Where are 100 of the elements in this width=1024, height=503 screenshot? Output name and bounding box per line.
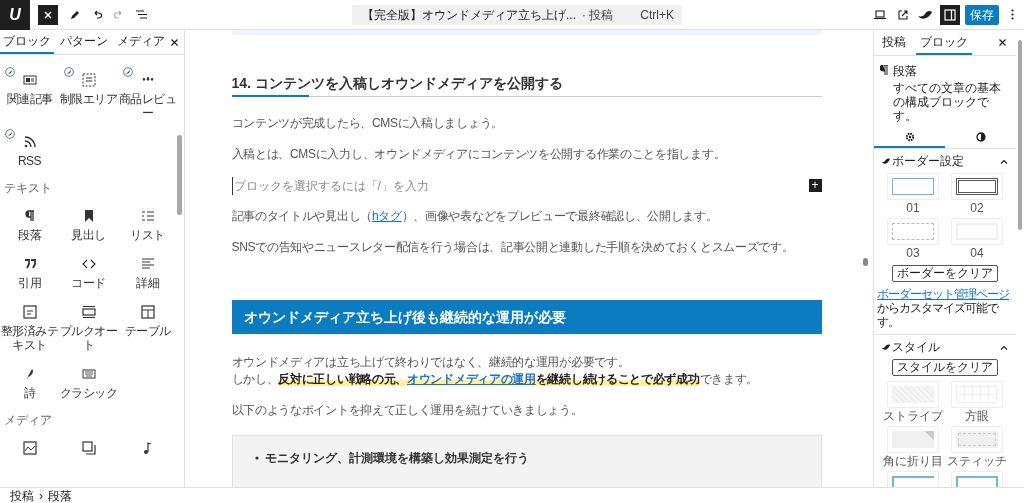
panel-title[interactable]: ボーダー設定	[892, 152, 964, 170]
paragraph[interactable]: コンテンツが完成したら、CMSに入稿しましょう。	[231, 115, 822, 132]
clear-button[interactable]: ボーダーをクリア	[892, 265, 998, 282]
preset-label: 04	[970, 246, 984, 260]
app-logo[interactable]: U	[0, 0, 30, 30]
block-item[interactable]: 段落	[0, 201, 59, 249]
block-item[interactable]: リスト	[118, 201, 177, 249]
sidebar-tab[interactable]: 投稿	[878, 30, 910, 55]
bullet-icon	[254, 456, 259, 460]
dashed-box-icon	[81, 73, 96, 87]
paragraph-icon	[880, 65, 888, 75]
inserter-tab[interactable]: パターン	[57, 30, 111, 54]
section-heading[interactable]: 14. コンテンツを入稿しオウンドメディアを公開する	[231, 71, 822, 97]
inserter-tab[interactable]: ブロック	[0, 30, 54, 54]
block-label: 詳細	[136, 276, 159, 290]
block-item[interactable]: RSS	[0, 127, 59, 175]
paragraph-icon	[22, 209, 37, 223]
sidebar-toggle-button[interactable]	[940, 4, 960, 25]
list-icon	[140, 209, 155, 223]
block-item[interactable]: 商品レビュー	[118, 65, 177, 127]
help-text: ボーダーセット管理ページ からカスタマイズ可能です。	[876, 287, 1010, 329]
redo-icon[interactable]	[114, 9, 124, 20]
paragraph[interactable]: 入稿とは、CMSに入力し、オウンドメディアにコンテンツを公開する作業のことを指します。	[231, 146, 822, 163]
gallery-icon	[81, 441, 96, 455]
scrollbar-thumb[interactable]	[1018, 40, 1022, 230]
preset-label: 方眼	[965, 409, 989, 423]
block-label: テーブル	[124, 324, 171, 338]
post-type-label: · 投稿	[582, 6, 614, 24]
block-item[interactable]: 見出し	[59, 201, 118, 249]
clear-button[interactable]: スタイルをクリア	[892, 359, 998, 376]
paragraph[interactable]: 記事のタイトルや見出し（hタグ）、画像や表などをプレビューで最終確認し、公開します。	[231, 208, 822, 225]
close-icon	[44, 10, 52, 19]
block-item[interactable]: 詩	[0, 359, 59, 407]
chevron-up-icon[interactable]	[1000, 344, 1008, 350]
block-item[interactable]: コード	[59, 249, 118, 297]
block-label: リスト	[130, 228, 165, 242]
preset-label: 02	[970, 201, 984, 215]
block-label: 段落	[18, 228, 41, 242]
highlighted-text: を継続し続けることで必ず成功	[535, 372, 700, 386]
preformatted-icon	[22, 305, 37, 319]
scrollbar-thumb[interactable]	[177, 135, 182, 215]
block-item[interactable]: 引用	[0, 249, 59, 297]
code-icon	[81, 257, 96, 271]
related-posts-icon	[22, 73, 37, 87]
save-button[interactable]: 保存	[965, 4, 999, 25]
close-icon[interactable]	[999, 39, 1006, 46]
block-item[interactable]: 詳細	[118, 249, 177, 297]
preset-label: 03	[906, 246, 920, 260]
paragraph[interactable]: 以下のようなポイントを抑えて正しく運用を続けていきましょう。	[231, 402, 822, 419]
block-item[interactable]: 制限エリア	[59, 65, 118, 127]
more-options-icon[interactable]	[1011, 9, 1014, 20]
list-item: モニタリング、計測環境を構築し効果測定を行う	[264, 450, 529, 467]
breadcrumb-item[interactable]: 投稿	[10, 488, 34, 503]
plugin-badge-icon	[64, 67, 74, 77]
inserter-tab[interactable]: メディア	[114, 30, 168, 54]
leaf-icon[interactable]	[918, 9, 932, 20]
paragraph[interactable]: オウンドメディアは立ち上げて終わりではなく、継続的な運用が必要です。	[231, 354, 822, 371]
command-bar[interactable]: 【完全版】オウンドメディア立ち上げ... · 投稿 Ctrl+K	[352, 4, 682, 25]
section-banner[interactable]: オウンドメディア立ち上げ後も継続的な運用が必要	[231, 300, 822, 334]
block-description: すべての文章の基本の構成ブロックです。	[893, 81, 1002, 123]
shortcut-label: Ctrl+K	[640, 6, 674, 24]
block-name: 段落	[893, 63, 918, 80]
paragraph[interactable]: しかし、反対に正しい戦略の元、オウンドメディアの運用を継続し続けることで必ず成功できます。	[231, 371, 822, 388]
external-link-icon[interactable]	[898, 9, 908, 20]
block-item[interactable]: クラシック	[59, 359, 118, 407]
undo-icon[interactable]	[92, 9, 102, 20]
gear-icon	[904, 131, 915, 142]
block-placeholder[interactable]: ブロックを選択するには「/」を入力	[231, 176, 429, 195]
plugin-badge-icon	[123, 67, 133, 77]
close-inserter-button[interactable]	[38, 4, 58, 25]
style-preset[interactable]	[951, 173, 1003, 200]
block-label: RSS	[17, 154, 42, 168]
scrollbar-thumb[interactable]	[863, 258, 868, 266]
close-icon[interactable]	[171, 38, 178, 46]
preset-label: 01	[906, 201, 920, 215]
breadcrumb-item[interactable]: 段落	[48, 488, 72, 503]
sidebar-tab[interactable]: ブロック	[916, 30, 972, 55]
keyboard-icon	[81, 367, 96, 381]
block-item[interactable]: プルクオート	[59, 297, 118, 359]
block-item[interactable]: テーブル	[118, 297, 177, 359]
category-heading: メディア	[4, 412, 52, 429]
panel-title[interactable]: スタイル	[892, 338, 940, 356]
text-link[interactable]: オウンドメディアの運用	[407, 372, 536, 386]
block-label: 関連記事	[6, 92, 53, 106]
block-item[interactable]: 整形済みテキスト	[0, 297, 59, 359]
block-label: 整形済みテキスト	[0, 324, 59, 352]
paragraph[interactable]: SNSでの告知やニュースレター配信を行う場合は、記事公開と連動した手順を決めておくとスムーズです。	[231, 239, 822, 256]
quote-icon	[22, 257, 37, 271]
text-link[interactable]: ボーダーセット管理ページ	[877, 287, 1009, 301]
laptop-icon[interactable]	[874, 10, 886, 19]
chevron-up-icon[interactable]	[1000, 158, 1008, 164]
details-icon	[140, 257, 155, 271]
block-label: 商品レビュー	[118, 92, 177, 120]
preset-label: ストライプ	[883, 409, 943, 423]
text-link[interactable]: hタグ	[371, 209, 402, 223]
block-item[interactable]: 関連記事	[0, 65, 59, 127]
breadcrumb-separator: ›	[39, 488, 43, 503]
add-block-button[interactable]: +	[808, 179, 822, 192]
pen-icon[interactable]	[70, 9, 80, 20]
list-view-icon[interactable]	[136, 10, 147, 19]
